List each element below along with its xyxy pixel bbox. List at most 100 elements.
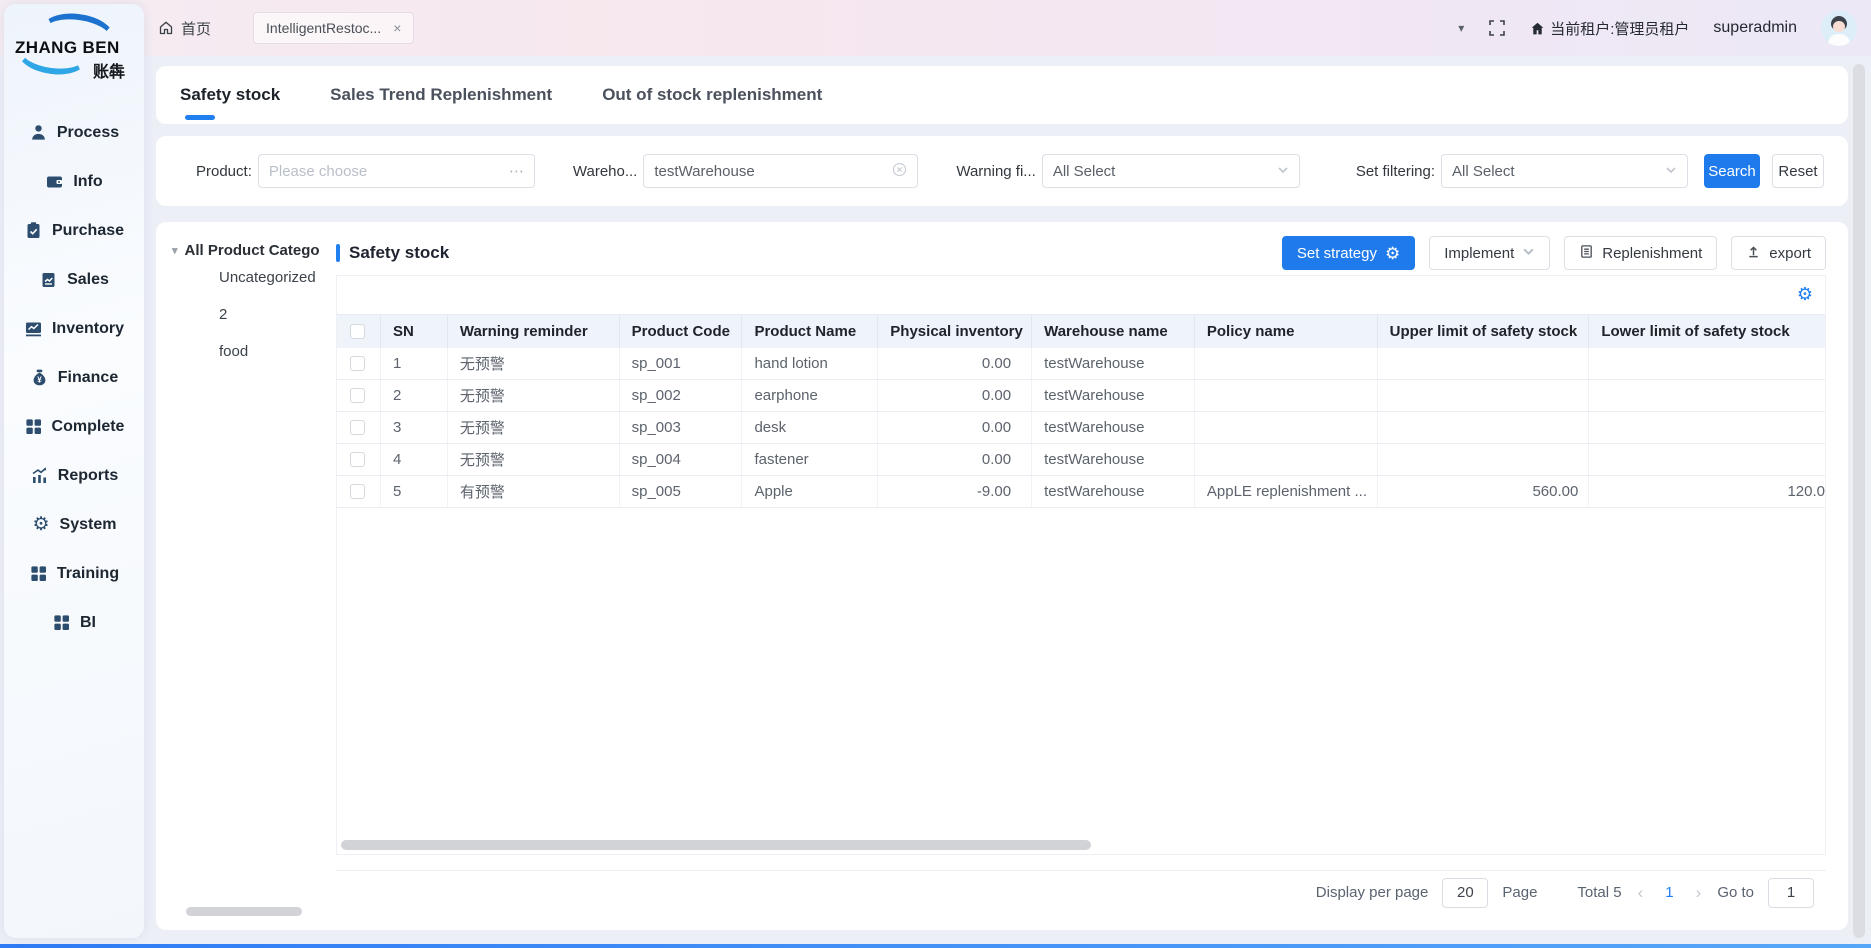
cell-upper	[1378, 412, 1590, 443]
page-size-input[interactable]	[1442, 878, 1488, 908]
col-sn[interactable]: SN	[381, 315, 448, 348]
col-upper-limit[interactable]: Upper limit of safety stock	[1378, 315, 1590, 348]
sidebar-item-process[interactable]: Process	[4, 108, 144, 157]
tree-item-uncategorized[interactable]: Uncategorized	[156, 259, 336, 296]
tree-item-food[interactable]: food	[156, 333, 336, 370]
col-warning-reminder[interactable]: Warning reminder	[448, 315, 620, 348]
home-icon	[158, 20, 174, 36]
cell-code: sp_004	[620, 444, 743, 475]
cell-code: sp_002	[620, 380, 743, 411]
row-checkbox[interactable]	[350, 484, 365, 499]
sidebar-item-label: Info	[73, 173, 102, 191]
cell-lower	[1589, 348, 1825, 379]
table-horizontal-scrollbar[interactable]	[341, 840, 1091, 850]
sidebar-item-info[interactable]: Info	[4, 157, 144, 206]
cell-sn: 3	[381, 412, 448, 443]
tree-horizontal-scrollbar[interactable]	[186, 907, 302, 916]
panel-title-text: Safety stock	[349, 243, 449, 263]
cell-upper: 560.00	[1378, 476, 1590, 507]
topbar: 首页 IntelligentRestoc... × ▾ 当前租户:管理员租户 s…	[0, 0, 1871, 56]
row-checkbox[interactable]	[350, 388, 365, 403]
tab-safety-stock[interactable]: Safety stock	[178, 68, 282, 122]
table-row[interactable]: 3 无预警 sp_003 desk 0.00 testWarehouse	[337, 412, 1825, 444]
search-button[interactable]: Search	[1704, 154, 1760, 188]
set-strategy-button[interactable]: Set strategy ⚙	[1282, 236, 1415, 270]
tree-caret-icon[interactable]: ▾	[172, 244, 178, 257]
clear-icon[interactable]	[884, 162, 907, 181]
pagination-bar: Display per page Page Total 5 ‹ 1 › Go t…	[336, 870, 1826, 914]
table-row[interactable]: 5 有预警 sp_005 Apple -9.00 testWarehouse A…	[337, 476, 1825, 508]
current-tenant[interactable]: 当前租户:管理员租户	[1530, 18, 1689, 39]
clipboard-check-icon	[24, 221, 43, 240]
svg-text:¥: ¥	[37, 376, 42, 385]
goto-page-input[interactable]	[1768, 878, 1814, 908]
cell-name: desk	[742, 412, 878, 443]
tab-sales-trend-replenishment[interactable]: Sales Trend Replenishment	[328, 68, 554, 122]
total-count-label: Total 5	[1577, 884, 1621, 901]
cell-policy: AppLE replenishment ...	[1195, 476, 1378, 507]
sidebar-item-complete[interactable]: Complete	[4, 402, 144, 451]
sidebar-item-label: Sales	[67, 271, 109, 289]
sidebar-menu: Process Info Purchase Sales Inventory ¥ …	[4, 108, 144, 647]
route-tab[interactable]: IntelligentRestoc... ×	[253, 12, 414, 44]
warehouse-input[interactable]: testWarehouse	[643, 154, 918, 188]
cell-lower	[1589, 380, 1825, 411]
app-logo[interactable]: ZHANG BEN 账犇	[15, 16, 133, 86]
col-lower-limit[interactable]: Lower limit of safety stock	[1589, 315, 1825, 348]
filter-bar: Product: Please choose ⋯ Wareho... testW…	[156, 136, 1848, 206]
table-row[interactable]: 1 无预警 sp_001 hand lotion 0.00 testWareho…	[337, 348, 1825, 380]
chevron-down-icon[interactable]: ▾	[1458, 21, 1464, 35]
implement-button[interactable]: Implement	[1429, 236, 1550, 270]
col-physical-inventory[interactable]: Physical inventory	[878, 315, 1032, 348]
col-product-code[interactable]: Product Code	[620, 315, 743, 348]
select-all-checkbox[interactable]	[350, 324, 365, 339]
next-page-icon[interactable]: ›	[1694, 883, 1704, 903]
home-breadcrumb[interactable]: 首页	[158, 18, 211, 39]
sidebar-item-training[interactable]: Training	[4, 549, 144, 598]
sidebar-item-bi[interactable]: BI	[4, 598, 144, 647]
row-checkbox[interactable]	[350, 452, 365, 467]
tree-item-2[interactable]: 2	[156, 296, 336, 333]
current-page[interactable]: 1	[1659, 884, 1679, 901]
ellipsis-icon[interactable]: ⋯	[501, 162, 524, 180]
set-filtering-select[interactable]: All Select	[1441, 154, 1688, 188]
row-checkbox[interactable]	[350, 356, 365, 371]
cell-sn: 4	[381, 444, 448, 475]
col-product-name[interactable]: Product Name	[742, 315, 878, 348]
sidebar-item-system[interactable]: ⚙ System	[4, 500, 144, 549]
col-warehouse-name[interactable]: Warehouse name	[1032, 315, 1195, 348]
sidebar-item-reports[interactable]: Reports	[4, 451, 144, 500]
product-input[interactable]: Please choose ⋯	[258, 154, 535, 188]
tab-out-of-stock-replenishment[interactable]: Out of stock replenishment	[600, 68, 824, 122]
table-toolbar: ⚙	[337, 276, 1825, 314]
tree-root-all-product-category[interactable]: ▾ All Product Catego	[156, 242, 336, 259]
export-button[interactable]: export	[1731, 236, 1826, 270]
row-checkbox[interactable]	[350, 420, 365, 435]
col-policy-name[interactable]: Policy name	[1195, 315, 1378, 348]
safety-stock-table: ⚙ SN Warning reminder Product Code Produ…	[336, 275, 1826, 855]
avatar[interactable]	[1821, 10, 1857, 46]
cell-sn: 1	[381, 348, 448, 379]
sidebar-item-purchase[interactable]: Purchase	[4, 206, 144, 255]
sidebar-item-inventory[interactable]: Inventory	[4, 304, 144, 353]
main-panel: ▾ All Product Catego Uncategorized 2 foo…	[156, 222, 1848, 930]
column-settings-gear-icon[interactable]: ⚙	[1797, 285, 1813, 303]
route-tab-label: IntelligentRestoc...	[266, 20, 381, 36]
prev-page-icon[interactable]: ‹	[1636, 883, 1646, 903]
username[interactable]: superadmin	[1713, 19, 1797, 37]
replenishment-button[interactable]: Replenishment	[1564, 236, 1717, 270]
sidebar-item-sales[interactable]: Sales	[4, 255, 144, 304]
gear-icon: ⚙	[32, 515, 51, 534]
warehouse-value: testWarehouse	[654, 163, 754, 180]
close-icon[interactable]: ×	[393, 21, 401, 35]
page-vertical-scrollbar[interactable]	[1853, 64, 1865, 938]
grid-icon	[24, 417, 43, 436]
sidebar-item-finance[interactable]: ¥ Finance	[4, 353, 144, 402]
table-row[interactable]: 4 无预警 sp_004 fastener 0.00 testWarehouse	[337, 444, 1825, 476]
grid-icon	[29, 564, 48, 583]
category-tree: ▾ All Product Catego Uncategorized 2 foo…	[156, 222, 336, 930]
warning-filter-select[interactable]: All Select	[1042, 154, 1300, 188]
table-row[interactable]: 2 无预警 sp_002 earphone 0.00 testWarehouse	[337, 380, 1825, 412]
fullscreen-icon[interactable]	[1488, 19, 1506, 37]
reset-button[interactable]: Reset	[1772, 154, 1824, 188]
